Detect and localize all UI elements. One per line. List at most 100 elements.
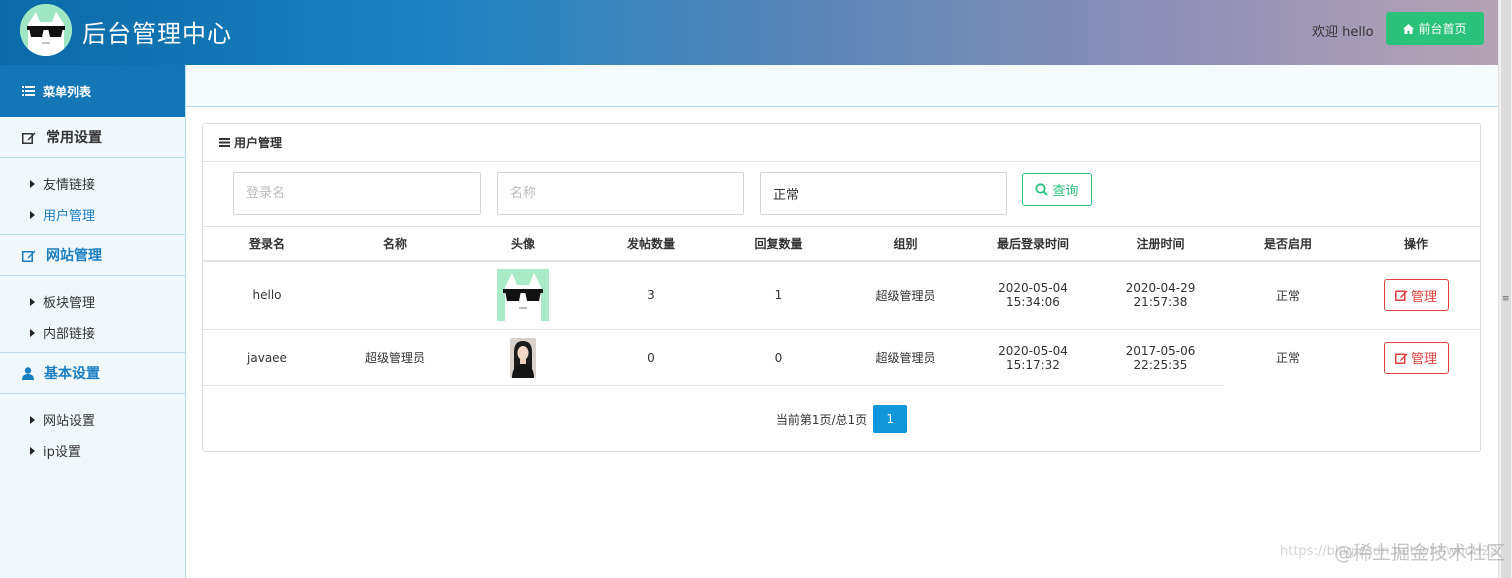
sidebar-group-items: 网站设置 ip设置	[0, 394, 185, 470]
search-icon	[1035, 183, 1049, 196]
caret-right-icon	[30, 446, 35, 455]
cell-posts: 3	[587, 260, 715, 330]
watermark-text: @稀土掘金技术社区	[1334, 542, 1506, 564]
top-header: 后台管理中心 欢迎 hello 前台首页	[0, 0, 1498, 65]
sidebar-group-label: 网站管理	[46, 248, 102, 264]
users-table: 登录名 名称 头像 发帖数量 回复数量 组别 最后登录时间 注册时间 是否启用 …	[203, 226, 1480, 386]
column-header: 注册时间	[1097, 226, 1224, 262]
edit-icon	[22, 250, 36, 262]
register-time: 22:25:35	[1133, 357, 1188, 372]
sidebar-group-items: 友情链接 用户管理	[0, 158, 185, 235]
column-header: 头像	[459, 226, 587, 262]
sidebar-menu-title: 菜单列表	[43, 84, 92, 99]
register-time: 21:57:38	[1133, 295, 1188, 310]
photo-avatar-icon	[510, 337, 536, 378]
table-row: hello 3 1 超级管理员 2020-05-04 15:34:06 2020…	[203, 260, 1480, 330]
logo-icon	[20, 4, 72, 56]
caret-right-icon	[30, 328, 35, 337]
last-login-date: 2020-05-04	[998, 281, 1068, 296]
cell-avatar	[459, 260, 587, 330]
sidebar-item-friend-links[interactable]: 友情链接	[0, 168, 185, 199]
sidebar-group-label: 常用设置	[46, 130, 102, 146]
scrollbar-grip-icon: ≡	[1502, 294, 1510, 304]
column-header: 最后登录时间	[969, 226, 1097, 262]
sidebar-group-common-settings[interactable]: 常用设置	[0, 117, 185, 158]
caret-right-icon	[30, 179, 35, 188]
cell-action: 管理	[1352, 330, 1480, 386]
last-login-date: 2020-05-04	[998, 343, 1068, 358]
scrollbar-thumb[interactable]	[1501, 0, 1511, 578]
last-login-time: 15:17:32	[1006, 357, 1060, 372]
column-header: 操作	[1352, 226, 1480, 262]
page-number-button[interactable]: 1	[873, 405, 908, 433]
home-button-label: 前台首页	[1418, 22, 1467, 36]
sidebar-group-basic-settings[interactable]: 基本设置	[0, 353, 185, 394]
sidebar-item-label: ip设置	[43, 445, 81, 460]
panel-title: 用户管理	[203, 124, 1480, 162]
sidebar-group-items: 板块管理 内部链接	[0, 276, 185, 353]
home-icon	[1403, 23, 1415, 34]
user-management-panel: 用户管理 查询 登录名 名称 头像 发帖数量 回复数量 组别 最后登录时间 注册…	[202, 123, 1481, 452]
list-icon	[22, 86, 35, 96]
table-header-row: 登录名 名称 头像 发帖数量 回复数量 组别 最后登录时间 注册时间 是否启用 …	[203, 226, 1480, 262]
sidebar-item-site-settings[interactable]: 网站设置	[0, 404, 185, 435]
sidebar-group-site-management[interactable]: 网站管理	[0, 235, 185, 276]
login-name-input[interactable]	[233, 172, 481, 215]
sidebar-item-label: 内部链接	[43, 327, 96, 342]
cell-avatar	[459, 329, 587, 386]
last-login-time: 15:34:06	[1006, 295, 1060, 310]
edit-icon	[1394, 290, 1408, 302]
panel-title-text: 用户管理	[234, 136, 283, 150]
register-date: 2020-04-29	[1125, 281, 1196, 296]
menu-icon	[219, 138, 230, 147]
sidebar-item-user-management[interactable]: 用户管理	[0, 199, 185, 230]
search-button[interactable]: 查询	[1022, 173, 1092, 206]
column-header: 回复数量	[715, 226, 842, 262]
cell-group: 超级管理员	[842, 260, 969, 330]
cell-register-time: 2017-05-06 22:25:35	[1097, 329, 1224, 386]
sidebar-item-label: 板块管理	[43, 296, 96, 311]
sidebar-item-label: 网站设置	[43, 414, 96, 429]
content-top-strip	[186, 65, 1498, 107]
table-row: javaee 超级管理员 0 0 超级管理员 2020-05-04 15:17:…	[203, 329, 1480, 386]
cell-replies: 0	[715, 329, 842, 386]
page-scrollbar[interactable]: ≡	[1498, 0, 1512, 578]
edit-icon	[22, 132, 36, 144]
sidebar-item-label: 友情链接	[43, 178, 96, 193]
cell-posts: 0	[587, 329, 715, 386]
column-header: 名称	[331, 226, 459, 262]
cell-status: 正常	[1275, 351, 1300, 366]
caret-right-icon	[30, 210, 35, 219]
manage-button-label: 管理	[1410, 352, 1437, 368]
sidebar-item-ip-settings[interactable]: ip设置	[0, 435, 185, 466]
cell-login: hello	[203, 260, 331, 330]
column-header: 发帖数量	[587, 226, 715, 262]
manage-button[interactable]: 管理	[1383, 279, 1449, 312]
column-header: 登录名	[203, 226, 331, 262]
sidebar-menu-header: 菜单列表	[0, 65, 185, 117]
sidebar: 菜单列表 常用设置 友情链接 用户管理 网站管理 板块管理 内部链接 基本设置 …	[0, 65, 186, 578]
name-input[interactable]	[497, 172, 744, 215]
pagination-text: 当前第1页/总1页	[775, 412, 868, 427]
cell-register-time: 2020-04-29 21:57:38	[1097, 260, 1224, 330]
app-title: 后台管理中心	[82, 20, 232, 48]
user-icon	[22, 366, 34, 380]
status-select[interactable]	[760, 172, 1007, 215]
cell-last-login: 2020-05-04 15:34:06	[969, 260, 1097, 330]
cell-name: 超级管理员	[331, 329, 459, 386]
sunglasses-avatar-icon	[497, 269, 549, 322]
sidebar-item-board-management[interactable]: 板块管理	[0, 286, 185, 317]
register-date: 2017-05-06	[1125, 343, 1196, 358]
sidebar-group-label: 基本设置	[44, 366, 100, 382]
cell-group: 超级管理员	[842, 329, 969, 386]
pagination: 当前第1页/总1页 1	[203, 404, 1480, 434]
cell-action: 管理	[1352, 260, 1480, 330]
manage-button-label: 管理	[1410, 289, 1437, 305]
cell-replies: 1	[715, 260, 842, 330]
sidebar-item-label: 用户管理	[43, 209, 96, 224]
welcome-text: 欢迎 hello	[1312, 25, 1374, 40]
manage-button[interactable]: 管理	[1383, 341, 1449, 374]
sidebar-item-internal-links[interactable]: 内部链接	[0, 317, 185, 348]
cell-name	[331, 260, 459, 330]
home-button[interactable]: 前台首页	[1386, 12, 1484, 45]
